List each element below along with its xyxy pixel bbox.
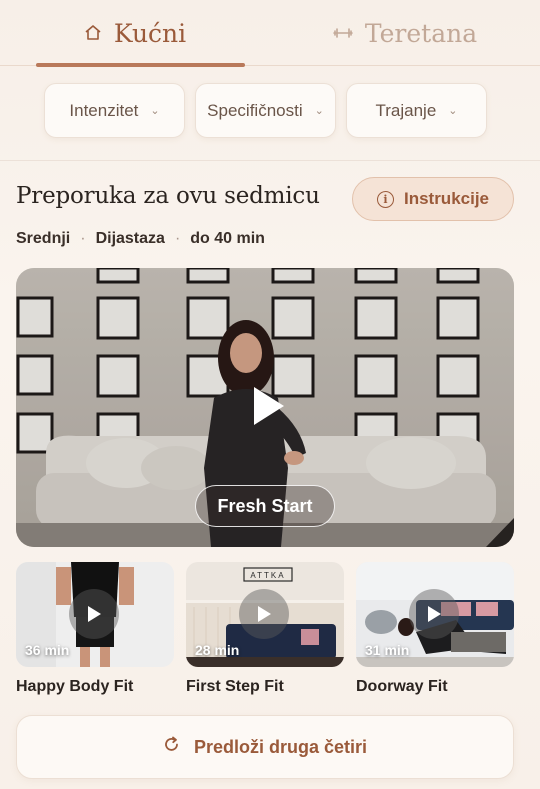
wall-sign-text: ATTKA (250, 571, 285, 580)
workout-title: Happy Body Fit (16, 678, 134, 695)
play-icon[interactable] (239, 589, 289, 639)
tab-kucni[interactable]: Kućni (0, 0, 270, 67)
filter-specificnosti[interactable]: Specifičnosti ⌄ (195, 83, 336, 138)
tab-teretana[interactable]: Teretana (270, 0, 540, 66)
workout-location-tabs: Kućni Teretana (0, 0, 540, 67)
filter-label: Specifičnosti (207, 100, 303, 120)
featured-workout-video[interactable]: Fresh Start (16, 268, 514, 547)
workout-duration: 28 min (195, 642, 240, 658)
play-icon[interactable] (242, 380, 294, 432)
workout-thumbnail: 36 min (16, 562, 174, 667)
workout-thumbnail: 31 min (356, 562, 514, 667)
refresh-icon (163, 736, 180, 758)
suggest-label: Predloži druga četiri (193, 736, 368, 757)
meta-intensity: Srednji (16, 230, 71, 247)
filter-bar: Intenzitet ⌄ Specifičnosti ⌄ Trajanje ⌄ (44, 83, 487, 138)
section-divider (0, 160, 540, 161)
filter-label: Trajanje (375, 100, 437, 120)
workout-duration: 36 min (25, 642, 70, 658)
separator-dot: · (174, 230, 181, 247)
instructions-label: Instrukcije (403, 189, 490, 208)
meta-duration: do 40 min (190, 230, 265, 247)
instructions-button[interactable]: i Instrukcije (352, 177, 514, 221)
filter-label: Intenzitet (69, 100, 139, 120)
filter-intenzitet[interactable]: Intenzitet ⌄ (44, 83, 185, 138)
chevron-down-icon: ⌄ (448, 105, 458, 117)
recommendation-title: Preporuka za ovu sedmicu (16, 183, 320, 209)
tab-label: Kućni (113, 18, 187, 48)
featured-workout-label: Fresh Start (195, 485, 335, 527)
info-icon: i (376, 190, 394, 208)
chevron-down-icon: ⌄ (150, 105, 160, 117)
play-icon[interactable] (409, 589, 459, 639)
filter-trajanje[interactable]: Trajanje ⌄ (346, 83, 487, 138)
meta-specificity: Dijastaza (95, 230, 165, 247)
workout-duration: 31 min (365, 642, 410, 658)
workout-card[interactable]: ATTKA 28 min First Step Fit (186, 562, 344, 696)
workout-card[interactable]: 31 min Doorway Fit (356, 562, 514, 696)
home-icon (84, 24, 102, 42)
dumbbell-icon (333, 26, 353, 40)
workout-list: 36 min Happy Body Fit ATTKA 28 min First… (16, 562, 514, 696)
tab-label: Teretana (364, 18, 478, 48)
suggest-other-four-button[interactable]: Predloži druga četiri (16, 715, 514, 779)
play-icon[interactable] (69, 589, 119, 639)
workout-title: Doorway Fit (356, 678, 448, 695)
workout-card[interactable]: 36 min Happy Body Fit (16, 562, 174, 696)
workout-thumbnail: ATTKA 28 min (186, 562, 344, 667)
workout-title: First Step Fit (186, 678, 284, 695)
separator-dot: · (80, 230, 86, 247)
recommendation-meta: Srednji · Dijastaza · do 40 min (16, 230, 265, 248)
chevron-down-icon: ⌄ (314, 105, 324, 117)
